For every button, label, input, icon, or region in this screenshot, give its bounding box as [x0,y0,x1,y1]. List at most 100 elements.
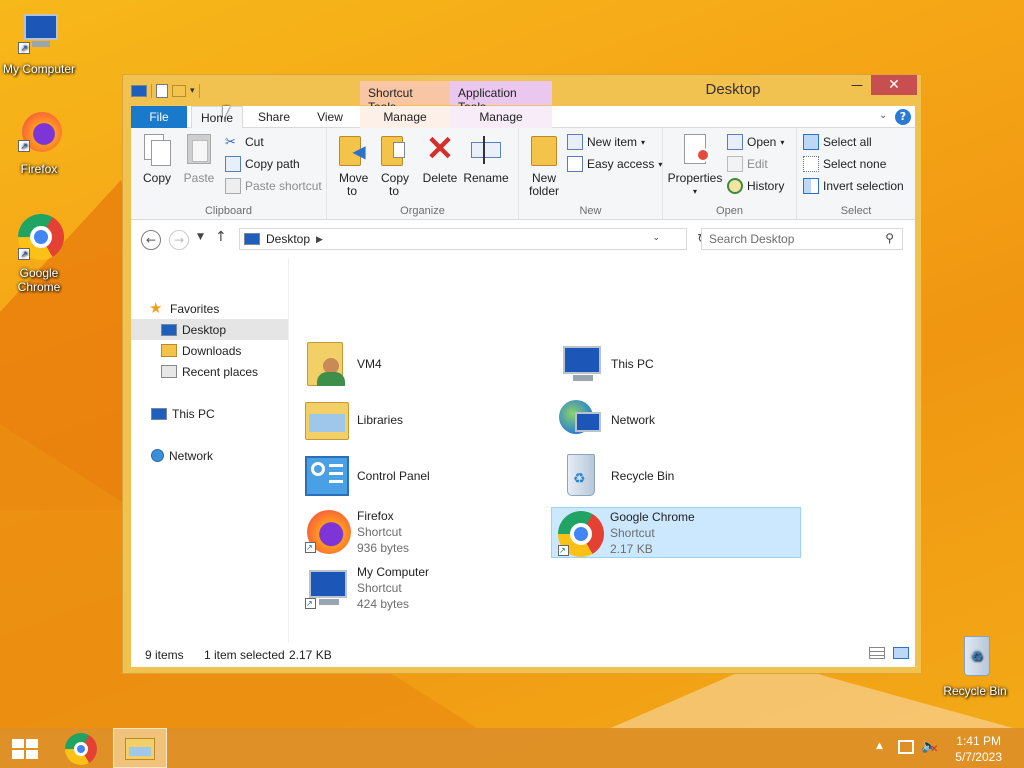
copy-button[interactable]: Copy [139,132,175,185]
history-button[interactable]: History [727,176,784,196]
new-folder-label: New folder [528,171,560,198]
rename-button[interactable]: Rename [463,132,509,185]
taskbar-chrome-button[interactable] [60,728,102,768]
list-item-selected[interactable]: ↗ Google Chrome Shortcut 2.17 KB [551,507,801,558]
item-type: Shortcut [357,581,402,595]
paste-button[interactable]: Paste [181,132,217,185]
properties-button[interactable]: Properties ▾ [667,132,723,198]
new-folder-button[interactable]: New folder [525,132,563,198]
tab-file[interactable]: File [131,106,187,128]
selection-count: 1 item selected [204,648,285,662]
easy-access-button[interactable]: Easy access ▾ [567,154,662,174]
address-dropdown-icon[interactable]: ⌄ [652,232,660,243]
copy-to-label: Copy to [381,171,410,198]
edit-button[interactable]: Edit [727,154,768,174]
list-item[interactable]: VM4 [303,340,551,388]
properties-label: Properties [667,171,723,185]
copy-path-button[interactable]: Copy path [225,154,300,174]
minimize-button[interactable]: — [843,75,871,95]
start-button[interactable] [8,728,40,768]
nav-item-recent-places[interactable]: Recent places [131,361,288,382]
paste-shortcut-label: Paste shortcut [245,179,322,193]
properties-icon[interactable] [156,84,168,98]
cut-button[interactable]: ✂ Cut [225,132,264,152]
tab-view[interactable]: View [307,106,353,128]
list-item[interactable]: This PC [557,340,805,388]
delete-button[interactable]: ✕ Delete [421,132,459,185]
list-item[interactable]: Libraries [303,396,551,444]
open-button[interactable]: Open ▾ [727,132,784,152]
move-to-button[interactable]: ◀ Move to [333,132,371,198]
this-pc-icon [557,340,605,388]
address-bar[interactable]: Desktop ▶ ⌄ ↻ [239,228,708,250]
desktop-icon-label: My Computer [2,62,76,76]
large-icons-view-icon[interactable] [893,647,909,659]
item-name: Google Chrome [610,509,695,524]
group-organize: ◀ Move to Copy to ✕ Delete Rename Organi… [327,128,519,220]
tab-share[interactable]: Share [249,106,299,128]
desktop-icon-chrome[interactable]: ↗ Google Chrome [0,214,81,294]
search-input[interactable]: Search Desktop ⚲ [701,228,903,250]
up-button[interactable]: ↑ [215,229,227,245]
paste-label: Paste [183,171,215,185]
group-label-organize: Organize [400,205,445,217]
copy-to-button[interactable]: Copy to [375,132,413,198]
select-all-button[interactable]: Select all [803,132,872,152]
nav-item-network[interactable]: Network [131,445,288,466]
taskbar-file-explorer-button[interactable] [113,728,167,768]
back-button[interactable]: ← [141,230,161,250]
list-item[interactable]: ↗ My Computer Shortcut 424 bytes [303,564,551,612]
tab-home[interactable]: Home [191,106,243,129]
nav-item-this-pc[interactable]: This PC [131,403,288,424]
edit-label: Edit [747,157,768,171]
new-item-button[interactable]: New item ▾ [567,132,645,152]
network-tray-icon[interactable] [898,740,914,754]
details-view-icon[interactable] [869,647,885,659]
tab-manage-application[interactable]: Manage [450,106,552,128]
libraries-icon [303,396,351,444]
close-button[interactable]: ✕ [871,75,917,95]
new-folder-icon [527,132,561,168]
ribbon-tabs: File Home Share View Manage Manage ⌄ ? [131,106,915,129]
firefox-icon: ↗ [303,508,351,556]
nav-item-desktop[interactable]: Desktop [131,319,288,340]
forward-button[interactable]: → [169,230,189,250]
desktop-icon-recycle-bin[interactable]: ♻ Recycle Bin [933,632,1017,698]
item-name: My Computer [357,565,430,579]
item-size: 936 bytes [357,541,410,555]
paste-shortcut-button[interactable]: Paste shortcut [225,176,322,196]
chevron-down-icon[interactable]: ▾ [190,86,195,96]
clock-date: 5/7/2023 [955,750,1002,764]
help-icon[interactable]: ? [895,109,911,125]
copy-to-icon [377,132,411,168]
volume-muted-x-icon: ✕ [930,744,939,755]
desktop-icon-my-computer[interactable]: ↗ My Computer [0,10,81,76]
recent-locations-icon[interactable]: ▼ [197,232,204,242]
content-area: ★ Favorites Desktop Downloads Recent pla… [131,258,915,643]
chevron-right-icon[interactable]: ▶ [316,234,323,245]
clock[interactable]: 1:41 PM 5/7/2023 [955,733,1002,765]
desktop-icon-firefox[interactable]: ↗ Firefox [0,110,81,176]
nav-item-favorites[interactable]: ★ Favorites [131,298,288,319]
invert-selection-button[interactable]: Invert selection [803,176,904,196]
list-item[interactable]: ♻ Recycle Bin [557,452,805,500]
select-none-button[interactable]: Select none [803,154,886,174]
list-item[interactable]: ↗ Firefox Shortcut 936 bytes [303,508,551,556]
list-item[interactable]: Network [557,396,805,444]
search-icon: ⚲ [885,231,894,245]
clock-time: 1:41 PM [956,734,1001,748]
control-panel-icon [303,452,351,500]
network-icon [151,449,164,462]
tab-manage-shortcut[interactable]: Manage [360,106,450,128]
desktop-icon-label: Recycle Bin [943,684,1007,698]
nav-item-downloads[interactable]: Downloads [131,340,288,361]
new-folder-icon[interactable] [172,85,186,97]
chevron-down-icon[interactable]: ⌄ [879,110,887,121]
rename-icon [469,132,503,168]
search-placeholder: Search Desktop [709,232,795,246]
list-item[interactable]: Control Panel [303,452,551,500]
this-pc-icon [151,407,167,420]
shortcut-tools-tab: Shortcut Tools [360,81,450,114]
taskbar: ▲ 🔈 ✕ 1:41 PM 5/7/2023 [0,728,1024,768]
show-hidden-icons-icon[interactable]: ▲ [876,741,883,751]
